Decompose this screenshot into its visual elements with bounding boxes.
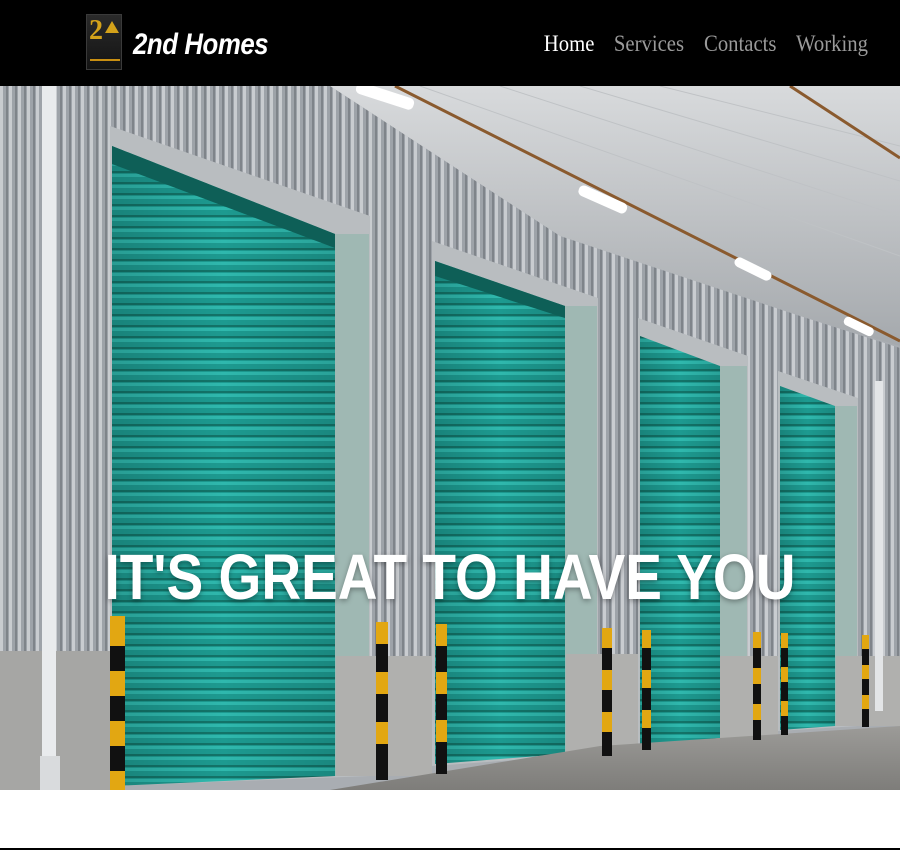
nav-item-working[interactable]: Working xyxy=(796,30,868,58)
logo-icon[interactable]: 2 xyxy=(86,14,122,70)
nav-item-home[interactable]: Home xyxy=(544,30,595,58)
logo-roof-shape xyxy=(105,21,119,33)
hero-warehouse-image xyxy=(0,86,900,790)
nav-item-services[interactable]: Services xyxy=(614,30,684,58)
main-nav: Home Services Contacts Working xyxy=(541,30,872,58)
logo-tagline-bar xyxy=(90,59,120,61)
hero-headline: IT'S GREAT TO HAVE YOU xyxy=(104,540,796,613)
hero-banner: IT'S GREAT TO HAVE YOU xyxy=(0,86,900,790)
logo-mark: 2 xyxy=(89,15,103,46)
nav-item-contacts[interactable]: Contacts xyxy=(704,30,776,58)
brand-name[interactable]: 2nd Homes xyxy=(133,26,269,64)
top-navigation-bar: 2 2nd Homes Home Services Contacts Worki… xyxy=(0,0,900,86)
